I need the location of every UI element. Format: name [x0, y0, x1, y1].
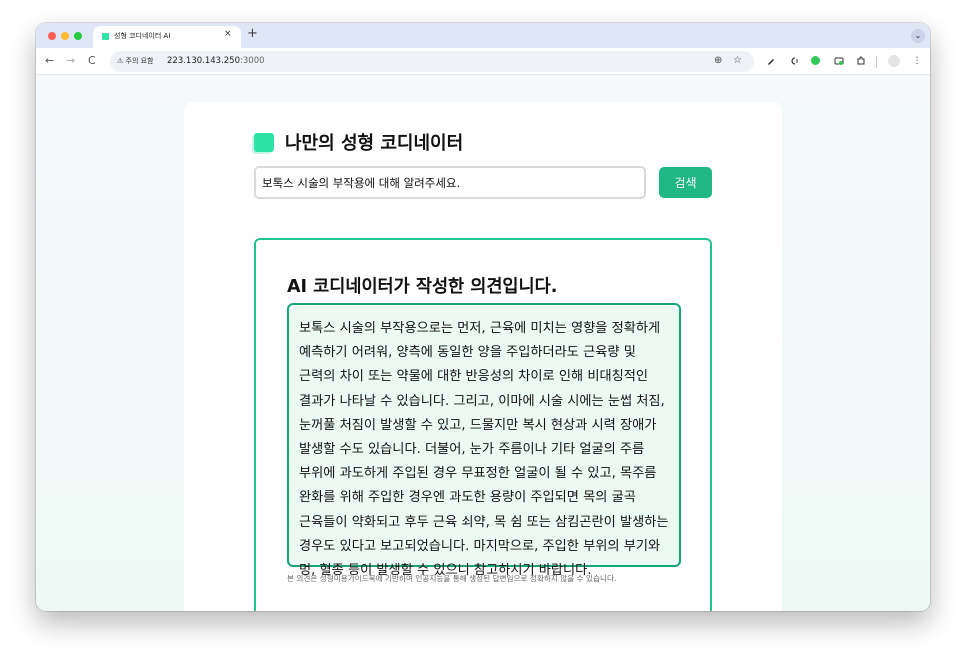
toolbar-divider	[876, 56, 877, 68]
search-button[interactable]: 검색	[659, 167, 712, 198]
main-card: 나만의 성형 코디네이터 검색 AI 코디네이터가 작성한 의견입니다. 보톡스…	[184, 102, 782, 611]
back-arrow-icon[interactable]: ←	[45, 54, 54, 67]
search-input[interactable]	[254, 166, 646, 199]
tab-close-icon[interactable]: ×	[224, 29, 232, 39]
browser-tab[interactable]: 성형 코디네이터 AI ×	[93, 26, 241, 48]
tab-extension-icon[interactable]	[834, 56, 844, 66]
maximize-window-button[interactable]	[74, 32, 82, 40]
minimize-window-button[interactable]	[61, 32, 69, 40]
tab-search-dropdown-icon[interactable]: ⌄	[911, 29, 925, 43]
bookmark-star-icon[interactable]: ☆	[733, 55, 742, 66]
tab-title: 성형 코디네이터 AI	[114, 32, 171, 40]
url-host: 223.130.143.250	[167, 56, 241, 66]
reload-icon[interactable]: C	[88, 54, 96, 67]
new-tab-button[interactable]: +	[247, 26, 258, 41]
security-warning-chip[interactable]: ⚠ 주의 요함	[117, 56, 154, 66]
forward-arrow-icon[interactable]: →	[66, 54, 75, 67]
answer-text: 보톡스 시술의 부작용으로는 먼저, 근육에 미치는 영향을 정확하게 예측하기…	[299, 321, 669, 579]
url-port: :3000	[240, 56, 265, 66]
page-title: 나만의 성형 코디네이터	[285, 133, 464, 154]
result-heading: AI 코디네이터가 작성한 의견입니다.	[287, 277, 558, 297]
extensions-puzzle-icon[interactable]	[856, 56, 866, 66]
zoom-icon[interactable]: ⊕	[714, 55, 722, 66]
green-extension-icon[interactable]	[811, 56, 820, 65]
logo-icon	[254, 133, 274, 152]
code-extension-icon[interactable]	[789, 56, 799, 66]
answer-box: 보톡스 시술의 부작용으로는 먼저, 근육에 미치는 영향을 정확하게 예측하기…	[287, 303, 681, 578]
browser-toolbar: ← → C ⚠ 주의 요함 223.130.143.250:3000 ⊕ ☆ ⋮	[36, 48, 930, 75]
page-content: 나만의 성형 코디네이터 검색 AI 코디네이터가 작성한 의견입니다. 보톡스…	[36, 76, 930, 611]
url-text: 223.130.143.250:3000	[167, 56, 265, 66]
browser-window: 성형 코디네이터 AI × + ⌄ ← → C ⚠ 주의 요함 223.130.…	[36, 23, 930, 611]
profile-avatar-icon[interactable]	[888, 55, 900, 67]
pen-extension-icon[interactable]	[766, 56, 776, 66]
close-window-button[interactable]	[48, 32, 56, 40]
address-bar[interactable]: ⚠ 주의 요함 223.130.143.250:3000 ⊕ ☆	[110, 51, 754, 72]
result-panel: AI 코디네이터가 작성한 의견입니다. 보톡스 시술의 부작용으로는 먼저, …	[254, 238, 712, 611]
tab-bar: 성형 코디네이터 AI × + ⌄	[36, 23, 930, 48]
favicon-icon	[102, 33, 109, 40]
disclaimer-text: 본 의견은 성형미용가이드북에 기반하여 인공지능을 통해 생성된 답변임으로 …	[287, 574, 617, 583]
browser-menu-icon[interactable]: ⋮	[912, 56, 922, 66]
